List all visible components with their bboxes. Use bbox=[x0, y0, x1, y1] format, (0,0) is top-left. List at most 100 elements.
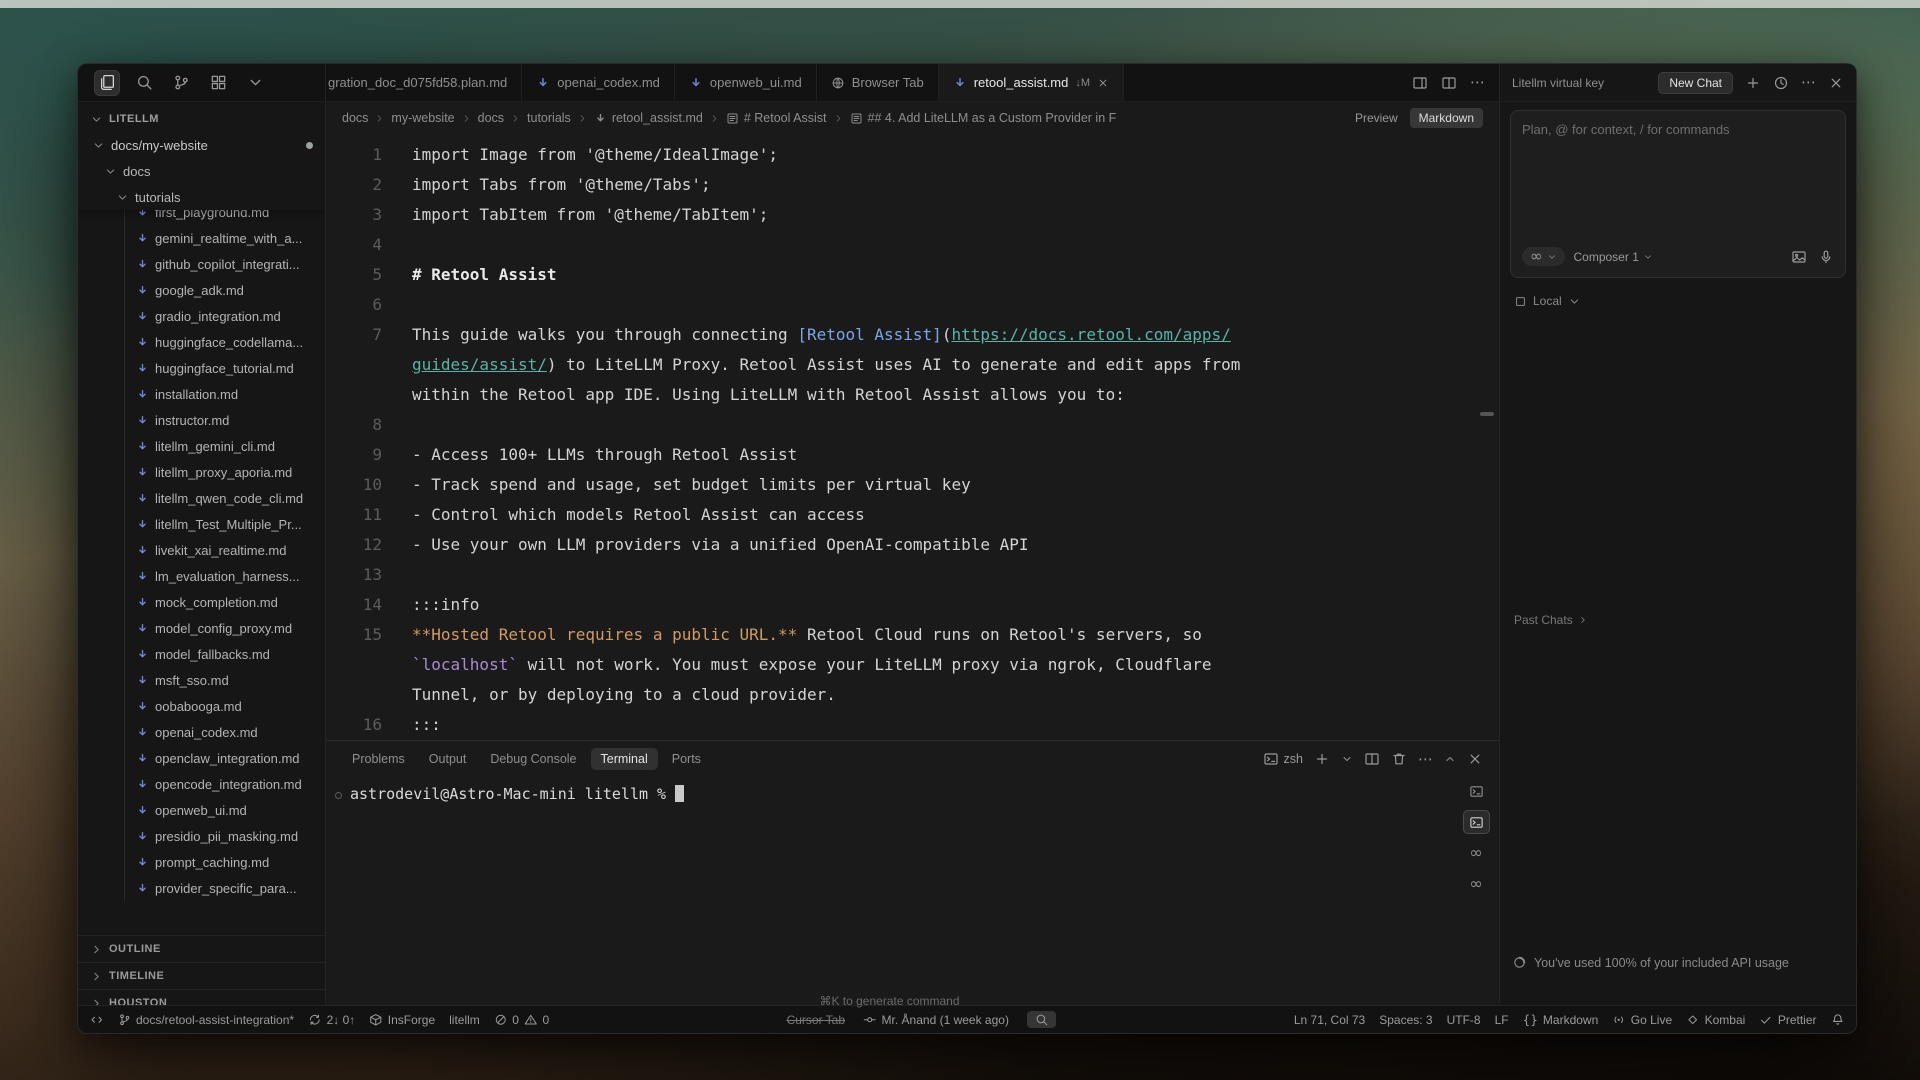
activity-extensions-icon[interactable] bbox=[205, 70, 231, 96]
panel-more-icon[interactable]: ⋯ bbox=[1418, 752, 1433, 767]
folder-docs-my-website[interactable]: docs/my-website bbox=[78, 132, 325, 158]
panel-tab-problems[interactable]: Problems bbox=[342, 748, 415, 770]
new-terminal-icon[interactable] bbox=[1314, 751, 1330, 767]
past-chats[interactable]: Past Chats bbox=[1514, 613, 1842, 627]
folder-tutorials[interactable]: tutorials bbox=[78, 184, 325, 210]
code-editor[interactable]: 1import Image from '@theme/IdealImage';2… bbox=[326, 134, 1499, 740]
markdown-file-icon bbox=[136, 232, 149, 245]
file-item[interactable]: litellm_gemini_cli.md bbox=[78, 433, 325, 459]
chat-input-placeholder[interactable]: Plan, @ for context, / for commands bbox=[1522, 122, 1834, 137]
file-item[interactable]: huggingface_tutorial.md bbox=[78, 355, 325, 381]
file-item[interactable]: openai_codex.md bbox=[78, 719, 325, 745]
editor-tab[interactable]: openweb_ui.md bbox=[675, 64, 817, 101]
more-actions-icon[interactable]: ⋯ bbox=[1470, 75, 1485, 90]
file-item[interactable]: livekit_xai_realtime.md bbox=[78, 537, 325, 563]
infinity-session-icon[interactable]: ∞ bbox=[1463, 841, 1490, 865]
kombai[interactable]: Kombai bbox=[1686, 1013, 1745, 1027]
infinity-session-icon[interactable]: ∞ bbox=[1463, 872, 1490, 896]
eol[interactable]: LF bbox=[1495, 1013, 1509, 1027]
sidebar-section-timeline[interactable]: TIMELINE bbox=[78, 962, 325, 989]
breadcrumb-item[interactable]: docs bbox=[342, 111, 368, 125]
context-selector[interactable]: Local bbox=[1514, 294, 1842, 308]
activity-source-control-icon[interactable] bbox=[168, 70, 194, 96]
breadcrumb-item[interactable]: retool_assist.md bbox=[594, 111, 703, 125]
language-mode[interactable]: {}Markdown bbox=[1523, 1013, 1599, 1027]
ide-window: gration_doc_d075fd58.plan.mdopenai_codex… bbox=[77, 63, 1857, 1034]
go-live[interactable]: Go Live bbox=[1612, 1013, 1672, 1027]
breadcrumb-item[interactable]: # Retool Assist bbox=[726, 111, 827, 125]
breadcrumb-item[interactable]: docs bbox=[478, 111, 504, 125]
activity-search-icon[interactable] bbox=[131, 70, 157, 96]
new-chat-button[interactable]: New Chat bbox=[1658, 72, 1733, 94]
file-item[interactable]: openclaw_integration.md bbox=[78, 745, 325, 771]
breadcrumb-item[interactable]: ## 4. Add LiteLLM as a Custom Provider i… bbox=[850, 111, 1117, 125]
more-icon[interactable]: ⋯ bbox=[1801, 75, 1816, 90]
markdown-mode-pill[interactable]: Markdown bbox=[1410, 108, 1483, 128]
notifications[interactable] bbox=[1831, 1013, 1845, 1027]
panel-tab-terminal[interactable]: Terminal bbox=[591, 748, 658, 770]
file-item[interactable]: litellm_qwen_code_cli.md bbox=[78, 485, 325, 511]
kill-terminal-icon[interactable] bbox=[1391, 751, 1407, 767]
activity-explorer-icon[interactable] bbox=[94, 70, 120, 96]
file-item[interactable]: presidio_pii_masking.md bbox=[78, 823, 325, 849]
close-tab-icon[interactable] bbox=[1097, 77, 1109, 89]
file-item[interactable]: openweb_ui.md bbox=[78, 797, 325, 823]
panel-tab-output[interactable]: Output bbox=[419, 748, 477, 770]
prettier[interactable]: Prettier bbox=[1759, 1013, 1816, 1027]
maximize-panel-icon[interactable] bbox=[1444, 753, 1456, 765]
terminal-session-icon[interactable] bbox=[1463, 779, 1490, 803]
editor-tab[interactable]: Browser Tab bbox=[817, 64, 939, 101]
panel-tab-ports[interactable]: Ports bbox=[662, 748, 711, 770]
shell-selector[interactable]: zsh bbox=[1263, 751, 1303, 767]
file-item[interactable]: provider_specific_para... bbox=[78, 875, 325, 901]
split-editor-icon[interactable] bbox=[1412, 75, 1428, 91]
file-item[interactable]: installation.md bbox=[78, 381, 325, 407]
editor-tab[interactable]: retool_assist.md↓M bbox=[939, 64, 1124, 101]
editor-scrollbar-thumb[interactable] bbox=[1480, 412, 1494, 416]
file-item[interactable]: litellm_proxy_aporia.md bbox=[78, 459, 325, 485]
file-item[interactable]: huggingface_codellama... bbox=[78, 329, 325, 355]
editor-tab[interactable]: openai_codex.md bbox=[522, 64, 675, 101]
terminal-output[interactable]: astrodevil@Astro-Mac-mini litellm % ⌘K t… bbox=[326, 777, 1453, 1016]
breadcrumb-item[interactable]: tutorials bbox=[527, 111, 571, 125]
terminal-session-icon[interactable] bbox=[1463, 810, 1490, 834]
folder-docs[interactable]: docs bbox=[78, 158, 325, 184]
git-branch-status[interactable]: docs/retool-assist-integration* bbox=[118, 1013, 295, 1027]
toggle-layout-icon[interactable] bbox=[1441, 75, 1457, 91]
history-icon[interactable] bbox=[1773, 75, 1789, 91]
activity-chevron-down-icon[interactable] bbox=[242, 70, 268, 96]
file-item[interactable]: google_adk.md bbox=[78, 277, 325, 303]
mic-icon[interactable] bbox=[1818, 249, 1834, 265]
sidebar-section-outline[interactable]: OUTLINE bbox=[78, 935, 325, 962]
file-item[interactable]: litellm_Test_Multiple_Pr... bbox=[78, 511, 325, 537]
breadcrumb-item[interactable]: my-website bbox=[391, 111, 454, 125]
attach-image-icon[interactable] bbox=[1791, 249, 1807, 265]
file-item[interactable]: mock_completion.md bbox=[78, 589, 325, 615]
close-panel-icon[interactable] bbox=[1467, 751, 1483, 767]
file-item[interactable]: github_copilot_integrati... bbox=[78, 251, 325, 277]
panel-tab-debug-console[interactable]: Debug Console bbox=[480, 748, 586, 770]
file-item[interactable]: prompt_caching.md bbox=[78, 849, 325, 875]
workspace-header[interactable]: LITELLM bbox=[78, 106, 325, 132]
file-item[interactable]: instructor.md bbox=[78, 407, 325, 433]
terminal-dropdown-icon[interactable] bbox=[1341, 753, 1353, 765]
editor-tab[interactable]: gration_doc_d075fd58.plan.md bbox=[326, 64, 522, 101]
close-chat-panel-icon[interactable] bbox=[1828, 75, 1844, 91]
chevron-down-icon bbox=[104, 165, 117, 178]
file-item[interactable]: oobabooga.md bbox=[78, 693, 325, 719]
model-selector[interactable]: ∞ bbox=[1522, 247, 1565, 266]
plus-icon[interactable] bbox=[1745, 75, 1761, 91]
file-item[interactable]: opencode_integration.md bbox=[78, 771, 325, 797]
file-item[interactable]: gradio_integration.md bbox=[78, 303, 325, 329]
split-terminal-icon[interactable] bbox=[1364, 751, 1380, 767]
remote-indicator[interactable] bbox=[90, 1013, 104, 1027]
file-item[interactable]: msft_sso.md bbox=[78, 667, 325, 693]
composer-selector[interactable]: Composer 1 bbox=[1574, 250, 1653, 264]
chat-input-card[interactable]: Plan, @ for context, / for commands ∞ Co… bbox=[1510, 110, 1846, 278]
file-item[interactable]: gemini_realtime_with_a... bbox=[78, 225, 325, 251]
file-item[interactable]: model_fallbacks.md bbox=[78, 641, 325, 667]
file-item[interactable]: model_config_proxy.md bbox=[78, 615, 325, 641]
code-line: 13 bbox=[326, 560, 1499, 590]
file-item[interactable]: lm_evaluation_harness... bbox=[78, 563, 325, 589]
preview-toggle[interactable]: Preview bbox=[1355, 111, 1398, 125]
